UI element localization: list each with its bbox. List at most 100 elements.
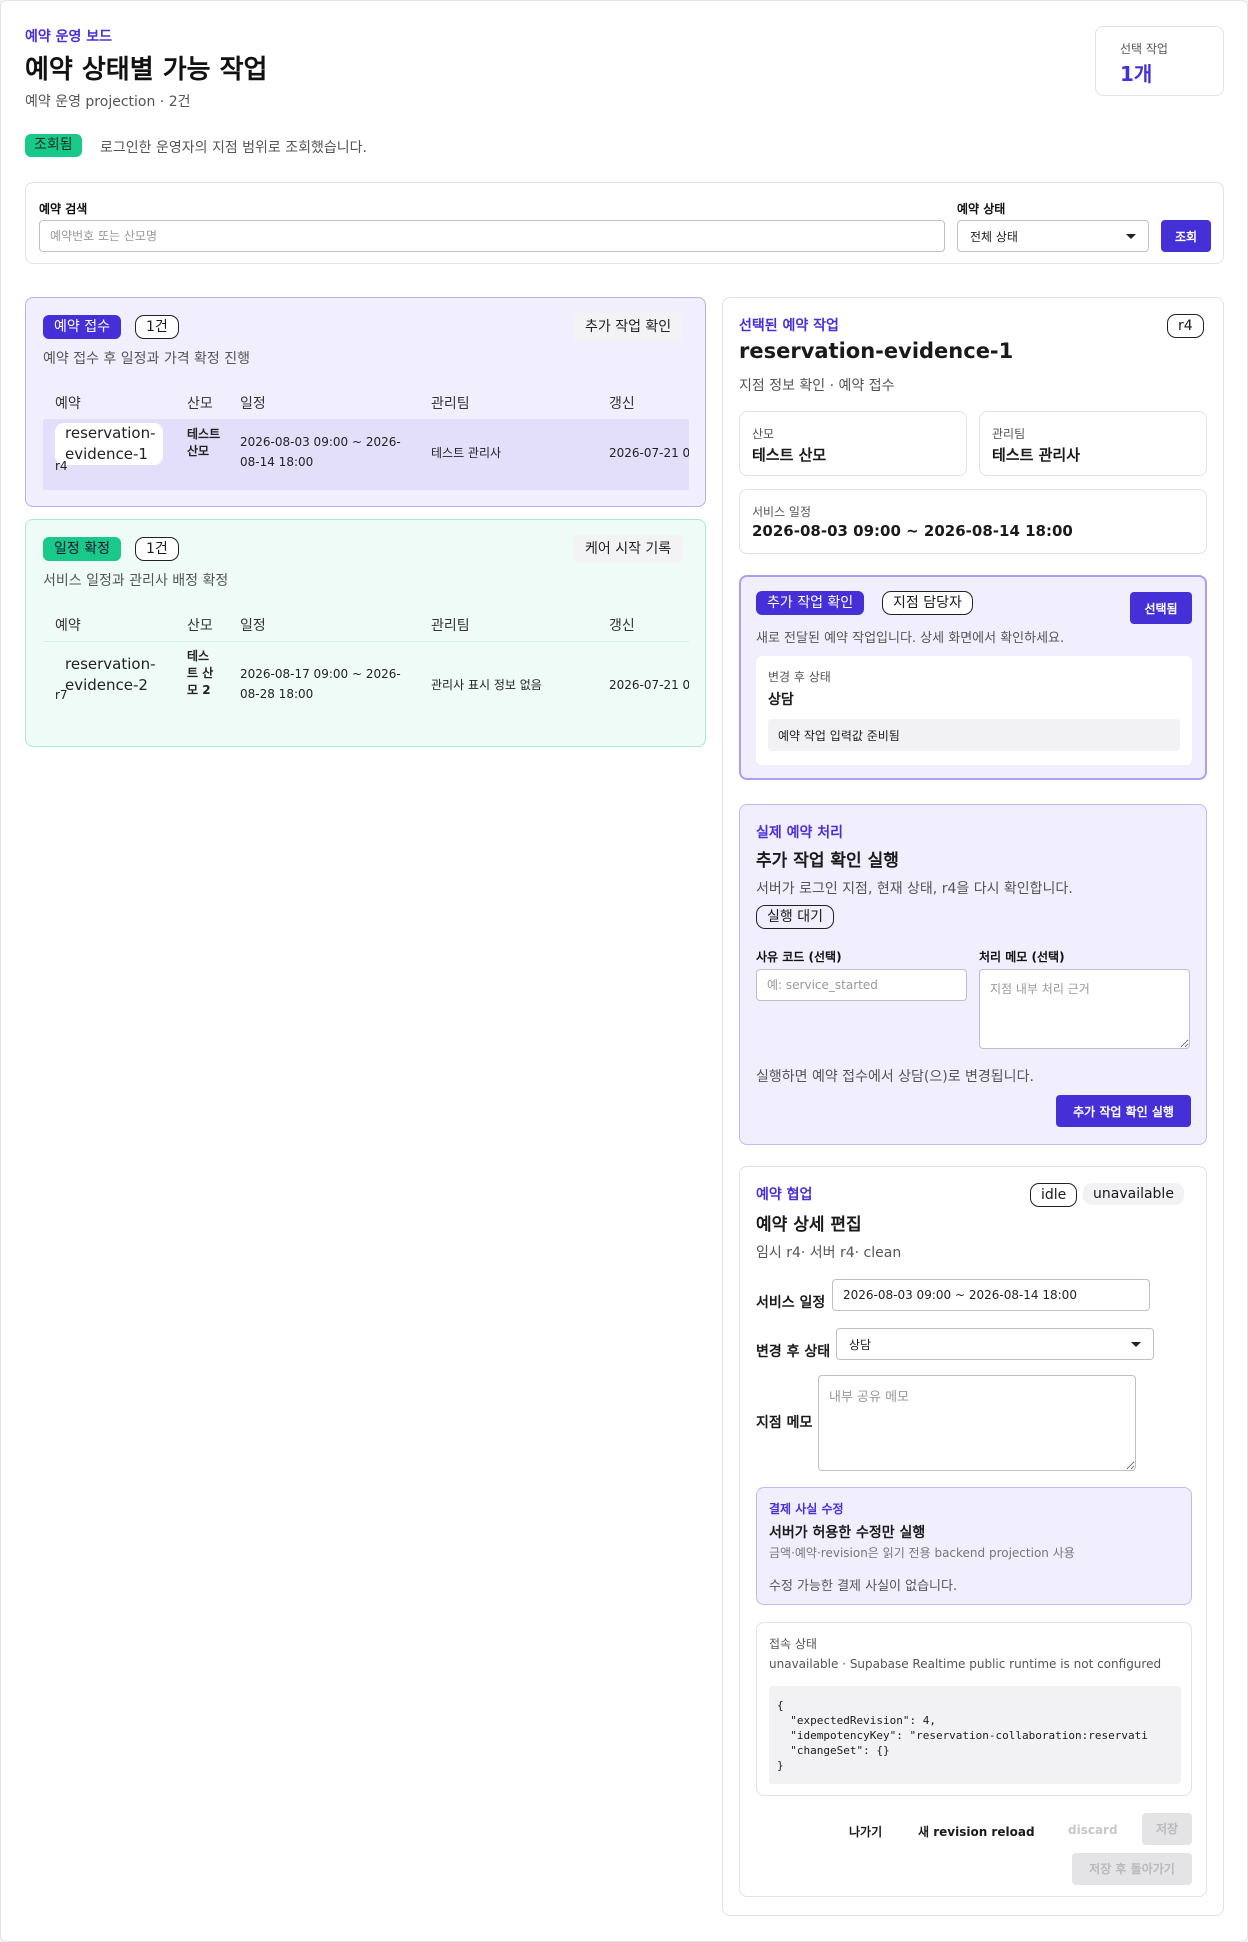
collab-after-state-value: 상담 [849,1337,872,1352]
detail-revision-badge: r4 [1167,314,1204,338]
collab-card: 예약 협업 idle unavailable 예약 상세 편집 임시 r4· 서… [739,1166,1207,1897]
payload-line: "expectedRevision": 4, [777,1714,936,1727]
search-submit-button[interactable]: 조회 [1161,220,1211,252]
page-title: 예약 상태별 가능 작업 [25,55,268,85]
status-message: 로그인한 운영자의 지점 범위로 조회했습니다. [100,140,367,156]
discard-button[interactable]: discard [1068,1823,1118,1837]
search-label: 예약 검색 [39,202,88,216]
chevron-down-icon [1126,233,1136,239]
reason-code-input[interactable] [756,969,967,1001]
schedule-label: 서비스 일정 [752,505,812,519]
payment-subtitle: 금액·예약·revision은 읽기 전용 backend projection… [769,1546,1075,1560]
schedule: 2026-08-03 09:00 ~ 2026-08-14 18:00 [240,435,401,469]
save-and-back-button[interactable]: 저장 후 돌아가기 [1072,1853,1192,1885]
execute-eyebrow: 실제 예약 처리 [756,825,844,841]
schedule: 2026-08-17 09:00 ~ 2026-08-28 18:00 [240,667,401,701]
collab-state-badge: idle [1030,1183,1078,1207]
collab-title: 예약 상세 편집 [756,1215,862,1235]
connection-status-card: 접속 상태 unavailable · Supabase Realtime pu… [756,1622,1192,1796]
updated-at: 2026-07-21 0 [609,678,689,692]
group-badge: 예약 접수 [43,315,121,339]
task-note: 예약 작업 입력값 준비됨 [778,729,900,743]
mother-label: 산모 [752,427,775,441]
status-filter-select[interactable]: 전체 상태 [957,220,1149,252]
group-action-button[interactable]: 케어 시작 기록 [573,535,684,563]
column-header: 산모 [187,618,213,634]
payload-line: { [777,1699,784,1712]
reason-code-label: 사유 코드 (선택) [756,950,842,964]
task-after-state-box: 변경 후 상태 상담 예약 작업 입력값 준비됨 [756,656,1192,765]
request-payload-preview: { "expectedRevision": 4, "idempotencyKey… [769,1686,1181,1784]
schedule-info-card: 서비스 일정 2026-08-03 09:00 ~ 2026-08-14 18:… [739,489,1207,554]
selected-count-label: 선택 작업 [1120,42,1168,56]
collab-eyebrow: 예약 협업 [756,1187,813,1203]
revision-reload-button[interactable]: 새 revision reload [918,1823,1035,1840]
task-card[interactable]: 추가 작업 확인 지점 담당자 선택됨 새로 전달된 예약 작업입니다. 상세 … [739,575,1207,780]
execute-state: 실행 대기 [756,905,834,929]
status-filter-value: 전체 상태 [970,229,1018,244]
execute-title: 추가 작업 확인 실행 [756,851,899,871]
execute-card: 실제 예약 처리 추가 작업 확인 실행 서버가 로그인 지점, 현재 상태, … [739,804,1207,1145]
execute-submit-button[interactable]: 추가 작업 확인 실행 [1056,1095,1191,1127]
collab-subtitle: 임시 r4· 서버 r4· clean [756,1245,902,1261]
payload-line: } [777,1759,784,1772]
column-header: 관리팀 [431,618,470,634]
execute-description: 서버가 로그인 지점, 현재 상태, r4을 다시 확인합니다. [756,881,1073,897]
column-header: 관리팀 [431,396,470,412]
group-description: 예약 접수 후 일정과 가격 확정 진행 [43,351,251,367]
connection-label: 접속 상태 [769,1637,817,1651]
selected-count-card: 선택 작업 1개 [1095,26,1224,96]
collab-availability-badge: unavailable [1083,1183,1184,1205]
reservation-revision: r4 [55,459,68,473]
reservation-id[interactable]: reservation-evidence-1 [55,423,163,465]
task-description: 새로 전달된 예약 작업입니다. 상세 화면에서 확인하세요. [756,631,1065,646]
page-subtitle: 예약 운영 projection · 2건 [25,94,191,110]
chevron-down-icon [1131,1341,1141,1347]
column-header: 예약 [55,618,81,634]
collab-schedule-label: 서비스 일정 [756,1295,826,1311]
task-badge: 추가 작업 확인 [756,591,865,615]
filter-bar: 예약 검색 예약 상태 전체 상태 조회 [25,182,1224,264]
detail-eyebrow: 선택된 예약 작업 [739,318,839,334]
mother-name: 테스트 산모 [187,427,221,458]
connection-value: unavailable · Supabase Realtime public r… [769,1657,1162,1671]
reservation-board-page: 예약 운영 보드 예약 상태별 가능 작업 예약 운영 projection ·… [0,0,1248,1942]
column-header: 갱신 [609,618,635,634]
payment-fact-card: 결제 사실 수정 서버가 허용한 수정만 실행 금액·예약·revision은 … [756,1487,1192,1605]
detail-title: reservation-evidence-1 [739,339,1014,363]
board-eyebrow: 예약 운영 보드 [25,29,113,45]
detail-subtitle: 지점 정보 확인 · 예약 접수 [739,378,895,394]
payment-empty-message: 수정 가능한 결제 사실이 없습니다. [769,1579,958,1594]
payload-line: "idempotencyKey": "reservation-collabora… [777,1729,1148,1742]
selected-count-value: 1개 [1120,62,1153,86]
group-count: 1건 [135,537,179,561]
collab-schedule-input[interactable]: 2026-08-03 09:00 ~ 2026-08-14 18:00 [832,1279,1150,1311]
collab-memo-label: 지점 메모 [756,1415,813,1431]
process-memo-label: 처리 메모 (선택) [979,950,1065,964]
payload-line: "changeSet": {} [777,1744,890,1757]
payment-eyebrow: 결제 사실 수정 [769,1502,844,1516]
detail-panel: 선택된 예약 작업 r4 reservation-evidence-1 지점 정… [722,297,1224,1916]
status-badge: 조회됨 [25,134,82,157]
group-count: 1건 [135,315,179,339]
collab-after-state-select[interactable]: 상담 [836,1328,1154,1360]
collab-memo-textarea[interactable] [818,1375,1136,1471]
save-button[interactable]: 저장 [1142,1813,1192,1845]
search-input[interactable] [39,220,945,252]
after-state-label: 변경 후 상태 [768,670,831,684]
status-filter-label: 예약 상태 [957,202,1006,216]
table-row[interactable]: reservation-evidence-2 r7 테스트 산모 2 2026-… [43,642,689,730]
mother-value: 테스트 산모 [752,446,827,464]
group-badge: 일정 확정 [43,537,121,561]
execute-result-note: 실행하면 예약 접수에서 상담(으)로 변경됩니다. [756,1069,1034,1085]
group-card-confirmed: 일정 확정 1건 케어 시작 기록 서비스 일정과 관리사 배정 확정 예약 산… [25,519,706,747]
after-state-value: 상담 [768,692,794,708]
task-selected-button[interactable]: 선택됨 [1130,592,1192,624]
reservation-id[interactable]: reservation-evidence-2 [55,654,163,696]
process-memo-textarea[interactable] [979,969,1190,1049]
group-action-button[interactable]: 추가 작업 확인 [573,313,684,341]
leave-button[interactable]: 나가기 [849,1823,882,1840]
column-header: 일정 [240,396,266,412]
table-row[interactable]: reservation-evidence-1 r4 테스트 산모 2026-08… [43,419,689,490]
mother-info-card: 산모 테스트 산모 [739,411,967,476]
